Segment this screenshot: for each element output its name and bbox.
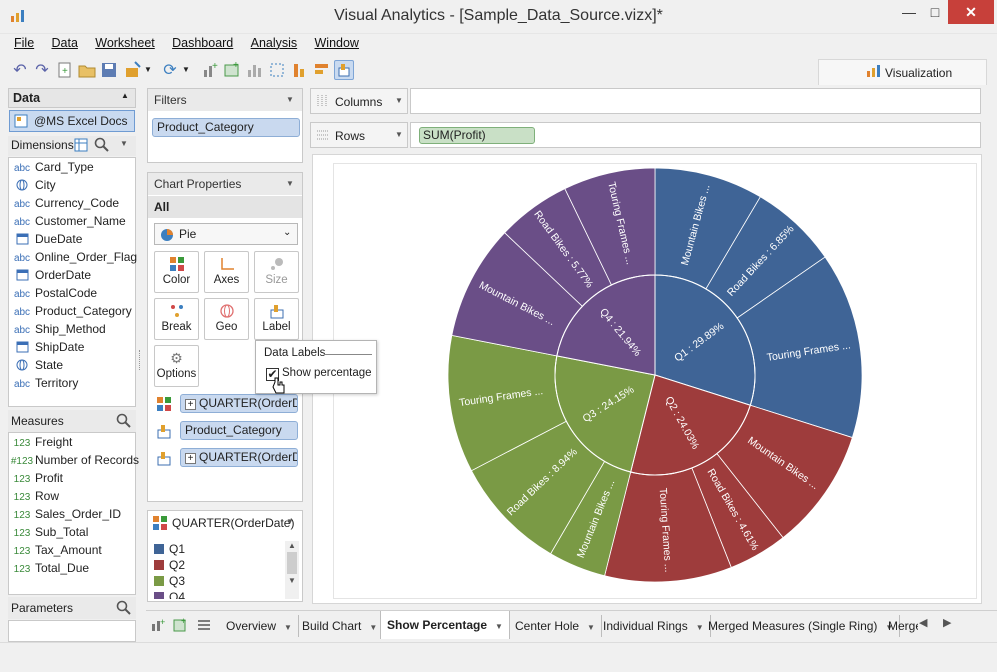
popup-title: Data Labels: [264, 347, 326, 359]
sunburst-chart: Mountain Bikes ... Road Bikes : 6.85%Tour…: [447, 167, 863, 583]
mouse-cursor-icon: [272, 376, 286, 399]
tab-show-percentage[interactable]: Show Percentage ▼: [380, 611, 510, 639]
sheet-list-icon[interactable]: [196, 617, 212, 636]
chevron-down-icon: ▼: [495, 622, 503, 631]
tab-build-chart[interactable]: Build Chart ▼: [296, 615, 385, 637]
popup-divider: [324, 354, 372, 355]
scroll-left-icon[interactable]: ◀: [919, 616, 927, 629]
chevron-down-icon: ▼: [284, 623, 292, 632]
show-percentage-label: Show percentage: [282, 367, 372, 379]
add-worksheet-icon[interactable]: +: [150, 617, 166, 636]
tab-overview[interactable]: Overview ▼: [220, 615, 299, 637]
chevron-down-icon: ▼: [369, 623, 378, 632]
svg-text:+: +: [160, 617, 165, 627]
svg-text:+: +: [181, 617, 186, 626]
scroll-right-icon[interactable]: ▶: [943, 616, 951, 629]
status-bar: [0, 642, 997, 672]
tab-center-hole[interactable]: Center Hole ▼: [509, 615, 602, 637]
chevron-down-icon: ▼: [587, 623, 595, 632]
tab-individual-rings[interactable]: Individual Rings ▼: [597, 615, 711, 637]
add-dashboard-icon[interactable]: +: [172, 616, 188, 636]
tab-merge-truncated[interactable]: Merge: [882, 615, 918, 637]
tab-merged-measures[interactable]: Merged Measures (Single Ring) ▼: [702, 615, 901, 637]
sheet-tab-bar: + + Overview ▼ Build Chart ▼ Show Percenta…: [146, 610, 997, 639]
